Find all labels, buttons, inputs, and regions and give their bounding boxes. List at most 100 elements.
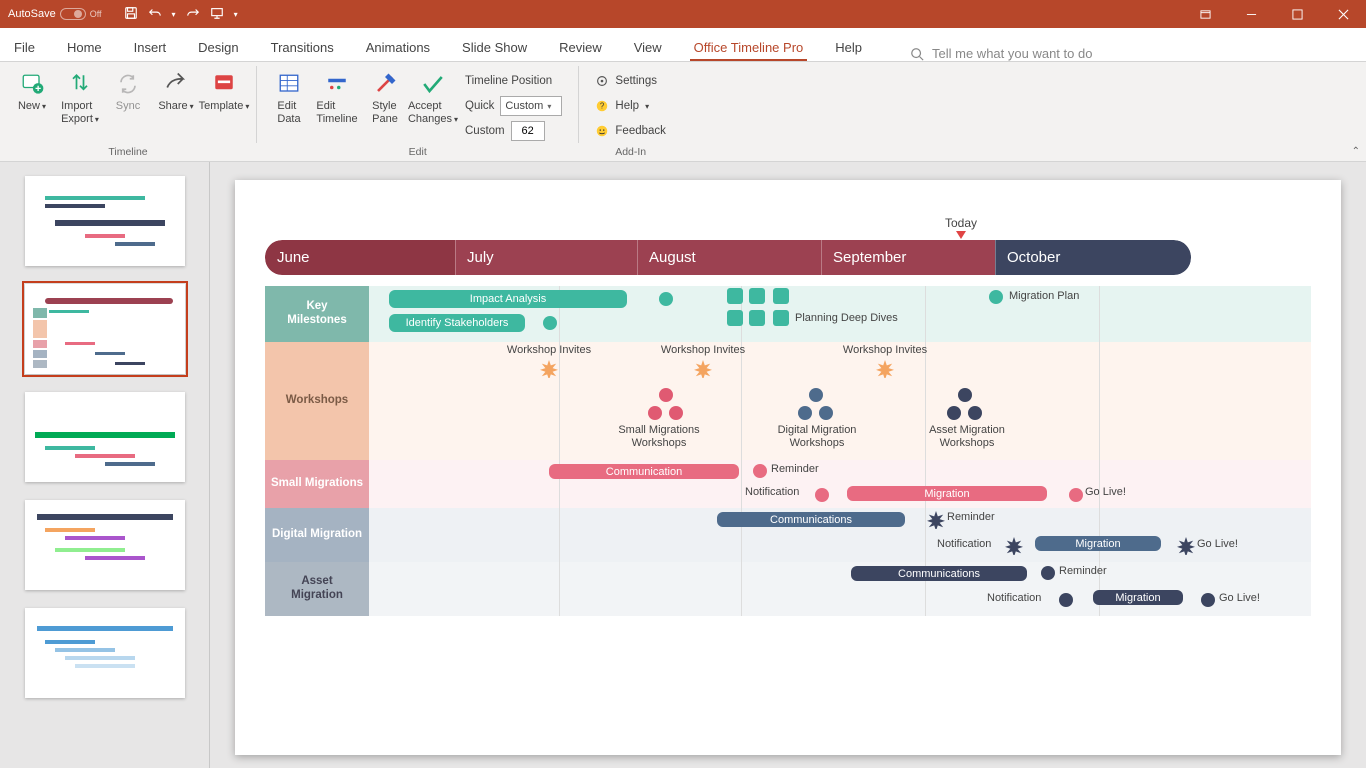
edit-data-button[interactable]: Edit Data <box>265 66 313 126</box>
custom-input[interactable] <box>511 121 545 141</box>
redo-icon[interactable] <box>186 6 200 23</box>
save-icon[interactable] <box>124 6 138 23</box>
tab-office-timeline-pro[interactable]: Office Timeline Pro <box>690 34 808 61</box>
close-icon[interactable] <box>1320 0 1366 28</box>
edit-timeline-button[interactable]: Edit Timeline <box>313 66 361 126</box>
template-button[interactable]: Template <box>200 66 248 113</box>
milestone-dot[interactable] <box>968 406 982 420</box>
tab-transitions[interactable]: Transitions <box>267 34 338 61</box>
undo-icon[interactable] <box>148 6 162 23</box>
task-bar[interactable]: Communication <box>549 464 739 479</box>
style-pane-button[interactable]: Style Pane <box>361 66 409 126</box>
present-icon[interactable] <box>210 6 224 23</box>
milestone-star-icon[interactable] <box>876 360 894 378</box>
milestone-dot[interactable] <box>1069 488 1083 502</box>
milestone-dot[interactable] <box>1059 593 1073 607</box>
tab-insert[interactable]: Insert <box>130 34 171 61</box>
milestone-dot[interactable] <box>819 406 833 420</box>
task-bar[interactable]: Impact Analysis <box>389 290 627 308</box>
qat-dropdown-icon[interactable]: ▾ <box>234 10 238 19</box>
milestone-star-icon[interactable] <box>1005 537 1023 555</box>
slide-canvas-area[interactable]: TodayJuneJulyAugustSeptemberOctoberKey M… <box>210 162 1366 768</box>
item-label[interactable]: Asset Migration Workshops <box>929 424 1005 449</box>
milestone-dot[interactable] <box>543 316 557 330</box>
help-button[interactable]: ? Help▾ <box>595 95 666 117</box>
item-label[interactable]: Go Live! <box>1219 592 1260 605</box>
item-label[interactable]: Notification <box>937 538 991 551</box>
item-label[interactable]: Planning Deep Dives <box>795 312 898 325</box>
milestone-star-icon[interactable] <box>1177 537 1195 555</box>
item-label[interactable]: Workshop Invites <box>661 344 745 357</box>
quick-select[interactable]: Custom <box>500 96 562 116</box>
milestone-square[interactable] <box>749 310 765 326</box>
milestone-dot[interactable] <box>798 406 812 420</box>
slide-thumbnail-3[interactable] <box>25 392 185 482</box>
milestone-dot[interactable] <box>659 292 673 306</box>
item-label[interactable]: Workshop Invites <box>843 344 927 357</box>
item-label[interactable]: Reminder <box>771 463 819 476</box>
slide-thumbnail-5[interactable] <box>25 608 185 698</box>
slide[interactable]: TodayJuneJulyAugustSeptemberOctoberKey M… <box>235 180 1341 755</box>
slide-thumbnail-1[interactable] <box>25 176 185 266</box>
task-bar[interactable]: Communications <box>851 566 1027 581</box>
item-label[interactable]: Small Migrations Workshops <box>618 424 699 449</box>
import-export-button[interactable]: Import Export <box>56 66 104 126</box>
minimize-icon[interactable] <box>1228 0 1274 28</box>
tab-view[interactable]: View <box>630 34 666 61</box>
milestone-square[interactable] <box>749 288 765 304</box>
milestone-dot[interactable] <box>809 388 823 402</box>
autosave-switch[interactable] <box>60 8 86 20</box>
share-button[interactable]: Share <box>152 66 200 113</box>
slide-thumbnail-4[interactable] <box>25 500 185 590</box>
tab-home[interactable]: Home <box>63 34 106 61</box>
ribbon-display-icon[interactable] <box>1182 0 1228 28</box>
accept-changes-button[interactable]: Accept Changes <box>409 66 457 126</box>
milestone-dot[interactable] <box>1041 566 1055 580</box>
slide-thumbnail-2[interactable] <box>25 284 185 374</box>
tab-review[interactable]: Review <box>555 34 606 61</box>
milestone-star-icon[interactable] <box>694 360 712 378</box>
undo-dropdown-icon[interactable]: ▾ <box>172 10 176 19</box>
timeline-chart[interactable]: TodayJuneJulyAugustSeptemberOctoberKey M… <box>265 240 1311 275</box>
item-label[interactable]: Notification <box>745 486 799 499</box>
sync-button[interactable]: Sync <box>104 66 152 113</box>
milestone-dot[interactable] <box>958 388 972 402</box>
item-label[interactable]: Reminder <box>1059 565 1107 578</box>
autosave-toggle[interactable]: AutoSave Off <box>8 8 102 20</box>
milestone-dot[interactable] <box>1201 593 1215 607</box>
new-button[interactable]: New <box>8 66 56 113</box>
task-bar[interactable]: Identify Stakeholders <box>389 314 525 332</box>
milestone-star-icon[interactable] <box>540 360 558 378</box>
feedback-button[interactable]: Feedback <box>595 120 666 142</box>
tab-slide-show[interactable]: Slide Show <box>458 34 531 61</box>
milestone-dot[interactable] <box>947 406 961 420</box>
tab-design[interactable]: Design <box>194 34 242 61</box>
milestone-dot[interactable] <box>669 406 683 420</box>
item-label[interactable]: Reminder <box>947 511 995 524</box>
item-label[interactable]: Go Live! <box>1197 538 1238 551</box>
milestone-star-icon[interactable] <box>927 511 945 529</box>
item-label[interactable]: Go Live! <box>1085 486 1126 499</box>
item-label[interactable]: Notification <box>987 592 1041 605</box>
task-bar[interactable]: Migration <box>1093 590 1183 605</box>
tell-me-search[interactable]: Tell me what you want to do <box>910 46 1092 61</box>
tab-help[interactable]: Help <box>831 34 866 61</box>
milestone-dot[interactable] <box>989 290 1003 304</box>
item-label[interactable]: Migration Plan <box>1009 290 1079 303</box>
milestone-square[interactable] <box>727 310 743 326</box>
slide-thumbnail-panel[interactable] <box>0 162 210 768</box>
milestone-square[interactable] <box>773 288 789 304</box>
item-label[interactable]: Digital Migration Workshops <box>778 424 857 449</box>
maximize-icon[interactable] <box>1274 0 1320 28</box>
collapse-ribbon-icon[interactable]: ⌃ <box>1352 146 1360 157</box>
settings-button[interactable]: Settings <box>595 70 666 92</box>
milestone-dot[interactable] <box>815 488 829 502</box>
milestone-dot[interactable] <box>753 464 767 478</box>
task-bar[interactable]: Migration <box>847 486 1047 501</box>
milestone-dot[interactable] <box>659 388 673 402</box>
task-bar[interactable]: Migration <box>1035 536 1161 551</box>
milestone-dot[interactable] <box>648 406 662 420</box>
item-label[interactable]: Workshop Invites <box>507 344 591 357</box>
task-bar[interactable]: Communications <box>717 512 905 527</box>
milestone-square[interactable] <box>773 310 789 326</box>
